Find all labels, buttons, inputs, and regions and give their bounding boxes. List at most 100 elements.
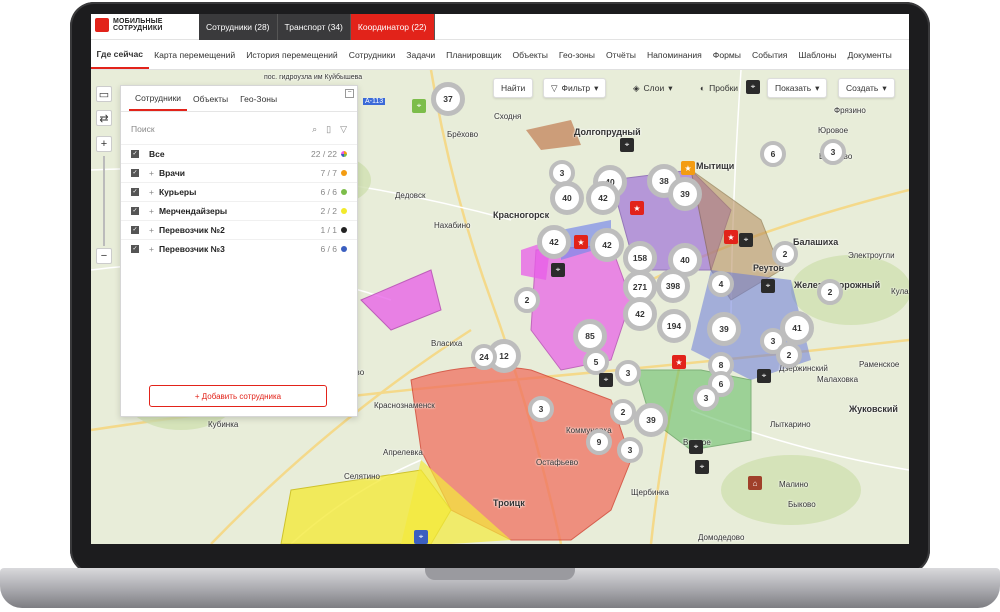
building-icon[interactable]: ⌂ xyxy=(748,476,762,490)
nav-item[interactable]: Шаблоны xyxy=(793,40,842,70)
nav-item[interactable]: История перемещений xyxy=(241,40,344,70)
logo[interactable]: МОБИЛЬНЫЕ СОТРУДНИКИ xyxy=(95,18,163,32)
star-pin-icon[interactable]: ★ xyxy=(681,161,695,175)
collapse-panel-icon[interactable]: − xyxy=(345,89,354,98)
tab-panel-geozones[interactable]: Гео-Зоны xyxy=(234,86,283,111)
nav-item[interactable]: Объекты xyxy=(507,40,553,70)
checkbox[interactable]: ✓ xyxy=(131,188,139,196)
checkbox[interactable]: ✓ xyxy=(131,207,139,215)
group-row[interactable]: ✓ + Врачи 7 / 7 xyxy=(121,163,357,182)
route-icon[interactable]: ⇄ xyxy=(96,110,112,126)
group-row[interactable]: ✓ Все 22 / 22 xyxy=(121,144,357,163)
cluster-marker[interactable]: 4 xyxy=(708,271,734,297)
checkbox[interactable]: ✓ xyxy=(131,150,139,158)
group-row[interactable]: ✓ + Курьеры 6 / 6 xyxy=(121,182,357,201)
checkbox[interactable]: ✓ xyxy=(131,245,139,253)
group-row[interactable]: ✓ + Перевозчик №3 6 / 6 xyxy=(121,239,357,258)
checkbox[interactable]: ✓ xyxy=(131,226,139,234)
location-pin-icon[interactable]: ⌖ xyxy=(757,369,771,383)
cluster-marker[interactable]: 42 xyxy=(590,228,624,262)
cluster-marker[interactable]: 2 xyxy=(514,287,540,313)
group-row[interactable]: ✓ + Мерчендайзеры 2 / 2 xyxy=(121,201,357,220)
nav-item[interactable]: События xyxy=(746,40,792,70)
cluster-marker[interactable]: 24 xyxy=(471,344,497,370)
location-pin-icon[interactable]: ⌖ xyxy=(620,138,634,152)
location-pin-icon[interactable]: ⌖ xyxy=(599,373,613,387)
cluster-marker[interactable]: 3 xyxy=(693,385,719,411)
cluster-marker[interactable]: 2 xyxy=(610,399,636,425)
cluster-marker[interactable]: 3 xyxy=(528,396,554,422)
tab-employees[interactable]: Сотрудники (28) xyxy=(199,14,278,40)
cluster-marker[interactable]: 37 xyxy=(431,82,465,116)
tab-panel-objects[interactable]: Объекты xyxy=(187,86,234,111)
layers-button[interactable]: ◈ Слои ▾ xyxy=(626,78,680,98)
map[interactable]: Долгопрудный Мытищи Красногорск Балашиха… xyxy=(91,70,909,544)
location-pin-icon[interactable]: ⌖ xyxy=(412,99,426,113)
location-pin-icon[interactable]: ⌖ xyxy=(761,279,775,293)
expand-icon[interactable]: + xyxy=(149,225,154,235)
location-pin-icon[interactable]: ⌖ xyxy=(551,263,565,277)
star-pin-icon[interactable]: ★ xyxy=(724,230,738,244)
search-input[interactable]: Поиск xyxy=(131,124,155,134)
filter-button[interactable]: ▽ Фильтр ▾ xyxy=(543,78,607,98)
cluster-marker[interactable]: 2 xyxy=(817,279,843,305)
expand-icon[interactable]: + xyxy=(149,168,154,178)
cluster-marker[interactable]: 194 xyxy=(657,309,691,343)
location-pin-icon[interactable]: ⌖ xyxy=(414,530,428,544)
expand-icon[interactable]: + xyxy=(149,206,154,216)
checkbox[interactable]: ✓ xyxy=(131,169,139,177)
cluster-marker[interactable]: 3 xyxy=(820,139,846,165)
star-pin-icon[interactable]: ★ xyxy=(574,235,588,249)
nav-item[interactable]: Напоминания xyxy=(641,40,707,70)
cluster-marker[interactable]: 39 xyxy=(634,403,668,437)
add-employee-button[interactable]: + Добавить сотрудника xyxy=(149,385,327,407)
location-pin-icon[interactable]: ⌖ xyxy=(739,233,753,247)
cluster-marker[interactable]: 39 xyxy=(707,312,741,346)
cluster-marker[interactable]: 9 xyxy=(586,429,612,455)
nav-item[interactable]: Формы xyxy=(707,40,746,70)
cluster-marker[interactable]: 85 xyxy=(573,319,607,353)
tab-panel-employees[interactable]: Сотрудники xyxy=(129,86,188,111)
cluster-marker[interactable]: 42 xyxy=(537,225,571,259)
cluster-marker[interactable]: 42 xyxy=(586,181,620,215)
find-button[interactable]: Найти xyxy=(493,78,534,98)
zoom-out-button[interactable]: − xyxy=(96,248,112,264)
zoom-slider[interactable] xyxy=(103,156,105,246)
phone-icon[interactable]: ▯ xyxy=(326,124,331,135)
nav-item[interactable]: Задачи xyxy=(401,40,441,70)
traffic-button[interactable]: ◐ Пробки xyxy=(693,78,745,98)
expand-icon[interactable]: + xyxy=(149,187,154,197)
expand-icon[interactable]: + xyxy=(149,244,154,254)
nav-item[interactable]: Документы xyxy=(842,40,897,70)
create-button[interactable]: Создать ▾ xyxy=(838,78,895,98)
tab-transport[interactable]: Транспорт (34) xyxy=(277,14,351,40)
nav-item[interactable]: Гео-зоны xyxy=(553,40,600,70)
cluster-marker[interactable]: 5 xyxy=(583,349,609,375)
nav-item[interactable]: Карта перемещений xyxy=(149,40,241,70)
cluster-marker[interactable]: 3 xyxy=(615,360,641,386)
cluster-marker[interactable]: 2 xyxy=(772,241,798,267)
location-pin-icon[interactable]: ⌖ xyxy=(746,80,760,94)
search-icon[interactable]: ⌕ xyxy=(312,124,317,135)
location-pin-icon[interactable]: ⌖ xyxy=(695,460,709,474)
star-pin-icon[interactable]: ★ xyxy=(672,355,686,369)
cluster-marker[interactable]: 398 xyxy=(656,269,690,303)
cluster-marker[interactable]: 40 xyxy=(550,181,584,215)
nav-item[interactable]: Планировщик xyxy=(441,40,507,70)
show-button[interactable]: Показать ▾ xyxy=(767,78,828,98)
cluster-marker[interactable]: 2 xyxy=(776,342,802,368)
ruler-icon[interactable]: ▭ xyxy=(96,86,112,102)
cluster-marker[interactable]: 42 xyxy=(623,297,657,331)
star-pin-icon[interactable]: ★ xyxy=(630,201,644,215)
nav-item[interactable]: Где сейчас xyxy=(91,41,149,69)
tab-coordinator[interactable]: Координатор (22) xyxy=(350,14,435,40)
cluster-marker[interactable]: 39 xyxy=(668,177,702,211)
group-row[interactable]: ✓ + Перевозчик №2 1 / 1 xyxy=(121,220,357,239)
nav-item[interactable]: Сотрудники xyxy=(343,40,401,70)
location-pin-icon[interactable]: ⌖ xyxy=(689,440,703,454)
panel-search[interactable]: Поиск ⌕ ▯ ▽ xyxy=(131,120,347,138)
cluster-marker[interactable]: 6 xyxy=(760,141,786,167)
cluster-marker[interactable]: 3 xyxy=(617,437,643,463)
nav-item[interactable]: Отчёты xyxy=(600,40,641,70)
filter-icon[interactable]: ▽ xyxy=(340,124,347,135)
